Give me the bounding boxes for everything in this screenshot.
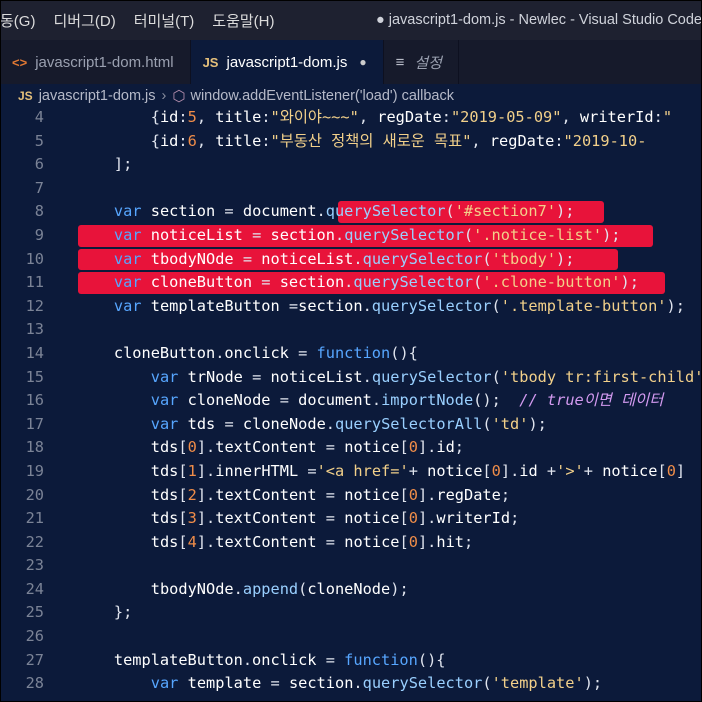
code-text: tds[4].textContent = notice[0].hit; — [150, 532, 474, 551]
code-line[interactable]: 20 tds[2].textContent = notice[0].regDat… — [0, 484, 702, 508]
unsaved-dot-icon[interactable]: ● — [359, 55, 366, 69]
code-text: }; — [113, 603, 133, 622]
breadcrumb-symbol[interactable]: window.addEventListener('load') callback — [190, 88, 453, 104]
code-text: ]; — [113, 155, 133, 174]
menu-debug[interactable]: 디버그(D) — [44, 10, 124, 31]
code-text: templateButton.onclick = function(){ — [113, 650, 446, 669]
code-line[interactable]: 22 tds[4].textContent = notice[0].hit; — [0, 531, 702, 555]
js-file-icon: JS — [202, 54, 219, 70]
line-number: 18 — [25, 438, 44, 457]
breadcrumb: JS javascript1-dom.js › ⬡ window.addEven… — [0, 84, 702, 108]
tab-label: javascript1-dom.js — [226, 53, 348, 71]
code-line[interactable]: 12 var templateButton =section.querySele… — [0, 295, 702, 319]
line-number: 27 — [25, 650, 44, 669]
code-editor[interactable]: 4 {id:5, title:"와이야~~~", regDate:"2019-0… — [0, 106, 702, 702]
line-number: 25 — [25, 603, 44, 622]
editor-tab-bar: <> javascript1-dom.html JS javascript1-d… — [0, 40, 702, 84]
code-text: var template = section.querySelector('te… — [150, 674, 603, 693]
code-line[interactable]: 16 var cloneNode = document.importNode()… — [0, 389, 702, 413]
html-file-icon: <> — [12, 54, 28, 70]
code-text: var templateButton =section.querySelecto… — [113, 296, 685, 315]
code-line[interactable]: 5 {id:6, title:"부동산 정책의 새로운 목표", regDate… — [0, 130, 702, 154]
line-number: 11 — [25, 273, 44, 292]
line-number: 19 — [25, 461, 44, 480]
code-line[interactable]: 11 var cloneButton = section.querySelect… — [0, 271, 702, 295]
line-number: 9 — [34, 225, 44, 244]
line-number: 23 — [25, 556, 44, 575]
code-line[interactable]: 21 tds[3].textContent = notice[0].writer… — [0, 507, 702, 531]
tab-label: javascript1-dom.html — [35, 53, 174, 71]
code-text: var section = document.querySelector('#s… — [113, 202, 575, 221]
code-text: var noticeList = section.querySelector('… — [113, 225, 621, 244]
settings-list-icon: ≡ — [395, 53, 405, 71]
code-line[interactable]: 8 var section = document.querySelector('… — [0, 200, 702, 224]
line-number: 7 — [34, 178, 44, 197]
code-text: var cloneNode = document.importNode(); /… — [150, 391, 664, 410]
code-text: var tds = cloneNode.querySelectorAll('td… — [150, 414, 547, 433]
code-line[interactable]: 10 var tbodyNOde = noticeList.querySelec… — [0, 248, 702, 272]
code-line[interactable]: 7 — [0, 177, 702, 201]
code-line[interactable]: 26 — [0, 625, 702, 649]
code-line[interactable]: 17 var tds = cloneNode.querySelectorAll(… — [0, 413, 702, 437]
code-line[interactable]: 4 {id:5, title:"와이야~~~", regDate:"2019-0… — [0, 106, 702, 130]
tab-settings[interactable]: ≡ 설정 — [384, 40, 459, 84]
line-number: 16 — [25, 391, 44, 410]
symbol-method-icon: ⬡ — [172, 88, 186, 105]
line-number: 22 — [25, 532, 44, 551]
menu-go[interactable]: 동(G) — [0, 10, 44, 31]
line-number: 24 — [25, 579, 44, 598]
line-number: 28 — [25, 674, 44, 693]
code-line[interactable]: 19 tds[1].innerHTML ='<a href='+ notice[… — [0, 460, 702, 484]
code-line[interactable]: 14 cloneButton.onclick = function(){ — [0, 342, 702, 366]
line-number: 20 — [25, 485, 44, 504]
code-text: var tbodyNOde = noticeList.querySelector… — [113, 249, 575, 268]
code-line[interactable]: 27 templateButton.onclick = function(){ — [0, 649, 702, 673]
line-number: 4 — [34, 108, 44, 126]
menu-help[interactable]: 도움말(H) — [203, 10, 283, 31]
code-text: var cloneButton = section.querySelector(… — [113, 273, 639, 292]
code-text: cloneButton.onclick = function(){ — [113, 343, 418, 362]
line-number: 26 — [25, 627, 44, 646]
line-number: 8 — [34, 202, 44, 221]
code-line[interactable]: 18 tds[0].textContent = notice[0].id; — [0, 436, 702, 460]
code-text: tds[1].innerHTML ='<a href='+ notice[0].… — [150, 461, 686, 480]
code-text: tds[2].textContent = notice[0].regDate; — [150, 485, 511, 504]
js-file-icon: JS — [18, 89, 33, 103]
code-line[interactable]: 9 var noticeList = section.querySelector… — [0, 224, 702, 248]
tab-label: 설정 — [414, 54, 442, 72]
line-number: 5 — [34, 131, 44, 150]
tab-js-file[interactable]: JS javascript1-dom.js ● — [190, 40, 384, 84]
line-number: 14 — [25, 343, 44, 362]
code-line[interactable]: 28 var template = section.querySelector(… — [0, 672, 702, 696]
line-number: 21 — [25, 509, 44, 528]
code-text: {id:6, title:"부동산 정책의 새로운 목표", regDate:"… — [150, 131, 647, 150]
code-line[interactable]: 24 tbodyNOde.append(cloneNode); — [0, 578, 702, 602]
line-number: 6 — [34, 155, 44, 174]
line-number: 17 — [25, 414, 44, 433]
code-text: var trNode = noticeList.querySelector('t… — [150, 367, 702, 386]
line-number: 10 — [25, 249, 44, 268]
window-title: ● javascript1-dom.js - Newlec - Visual S… — [375, 12, 702, 28]
code-line[interactable]: 25 }; — [0, 601, 702, 625]
menu-terminal[interactable]: 터미널(T) — [125, 10, 204, 31]
chevron-right-icon: › — [161, 88, 167, 104]
code-text: {id:5, title:"와이야~~~", regDate:"2019-05-… — [150, 108, 673, 126]
line-number: 13 — [25, 320, 44, 339]
code-line[interactable]: 15 var trNode = noticeList.querySelector… — [0, 366, 702, 390]
code-text: tds[0].textContent = notice[0].id; — [150, 438, 465, 457]
breadcrumb-file[interactable]: javascript1-dom.js — [39, 88, 156, 104]
code-text: tds[3].textContent = notice[0].writerId; — [150, 509, 520, 528]
code-line[interactable]: 13 — [0, 318, 702, 342]
tab-html-file[interactable]: <> javascript1-dom.html — [0, 40, 191, 84]
code-text: tbodyNOde.append(cloneNode); — [150, 579, 409, 598]
line-number: 12 — [25, 296, 44, 315]
line-number: 15 — [25, 367, 44, 386]
menu-bar: 동(G) 디버그(D) 터미널(T) 도움말(H) ● javascript1-… — [0, 0, 702, 40]
code-line[interactable]: 23 — [0, 554, 702, 578]
code-line[interactable]: 6 ]; — [0, 153, 702, 177]
